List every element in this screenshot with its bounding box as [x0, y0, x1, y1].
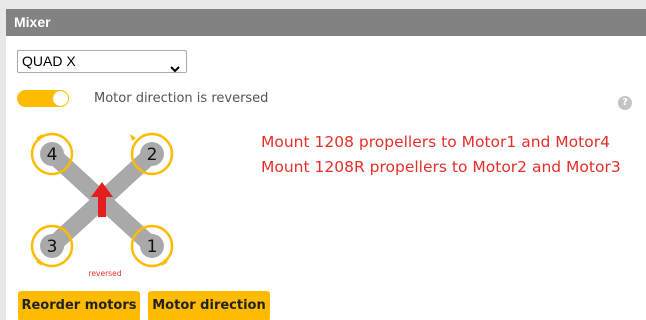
- panel-title: Mixer: [6, 9, 646, 36]
- mixer-panel: Mixer QUAD X Motor direction is reversed…: [6, 9, 646, 320]
- motor-label-3: 3: [47, 237, 58, 257]
- motor-label-2: 2: [147, 145, 158, 165]
- propeller-note-1: Mount 1208 propellers to Motor1 and Moto…: [261, 133, 610, 151]
- motor-label-1: 1: [147, 237, 158, 257]
- mixer-type-value: QUAD X: [22, 53, 76, 69]
- reversed-label: reversed: [89, 269, 122, 278]
- chevron-down-icon: [170, 58, 180, 79]
- motor-diagram: 4 2 3 1 reversed: [30, 132, 174, 278]
- motor-direction-toggle-label: Motor direction is reversed: [94, 91, 269, 106]
- motor-direction-button[interactable]: Motor direction: [148, 291, 270, 320]
- reorder-motors-button[interactable]: Reorder motors: [18, 291, 140, 320]
- motor-direction-toggle[interactable]: [17, 90, 69, 107]
- toggle-knob: [53, 91, 68, 106]
- propeller-note-2: Mount 1208R propellers to Motor2 and Mot…: [261, 158, 621, 176]
- mixer-type-select[interactable]: QUAD X: [17, 50, 187, 73]
- motor-label-4: 4: [47, 145, 58, 165]
- help-icon[interactable]: ?: [618, 96, 632, 110]
